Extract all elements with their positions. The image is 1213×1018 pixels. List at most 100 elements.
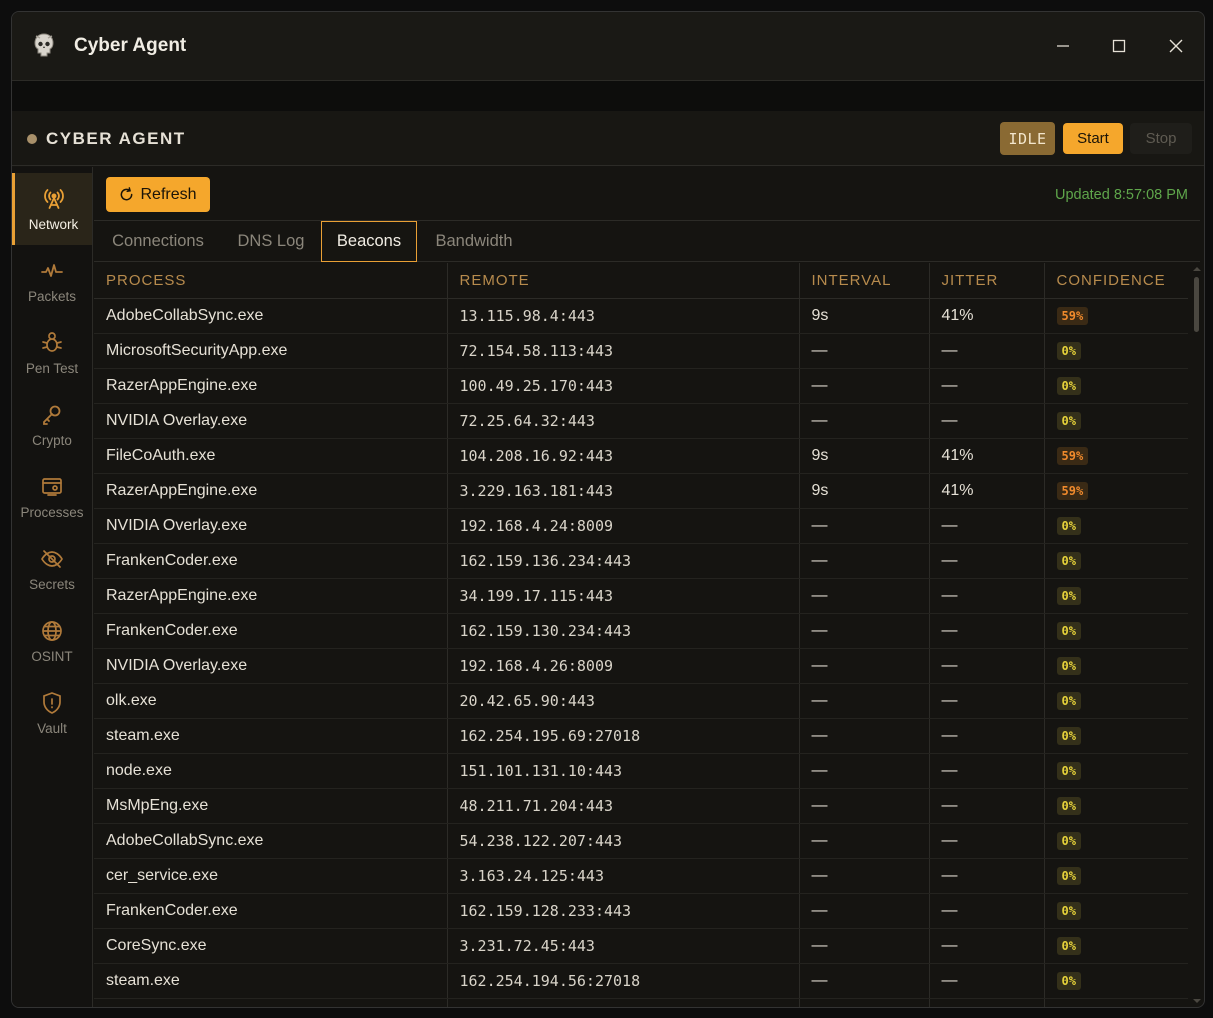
table-row[interactable]: MicrosoftSecurityApp.exe 72.154.58.113:44… — [94, 333, 1188, 369]
sidebar-item-processes[interactable]: Processes — [12, 461, 92, 533]
remote-cell: 3.229.163.181:443 — [447, 473, 800, 509]
antenna-icon — [43, 189, 64, 209]
jitter-cell: — — [929, 613, 1045, 649]
table-row[interactable]: NVIDIA Overlay.exe 192.168.4.24:8009— —0% — [94, 508, 1188, 544]
confidence-cell: 0% — [1044, 718, 1188, 754]
scroll-thumb[interactable] — [1194, 277, 1199, 332]
scroll-down-icon[interactable] — [1192, 997, 1202, 1005]
minimize-button[interactable] — [1043, 26, 1083, 66]
confidence-cell: 0% — [1044, 753, 1188, 789]
stop-button[interactable]: Stop — [1130, 123, 1192, 154]
sidebar-item-packets[interactable]: Packets — [12, 245, 92, 317]
confidence-badge: 0% — [1056, 516, 1081, 535]
sidebar-item-vault[interactable]: Vault — [12, 677, 92, 749]
table-row[interactable]: FileCoAuth.exe 104.208.16.92:443 9s 41% 59% — [94, 438, 1188, 474]
tab-bar: Connections DNS Log Beacons Bandwidth — [94, 220, 1200, 262]
table-row[interactable]: CoreSync.exe 3.231.72.45:443— —0% — [94, 928, 1188, 964]
process-cell: steam.exe — [94, 718, 448, 754]
jitter-cell: — — [929, 858, 1045, 894]
process-cell: FileCoAuth.exe — [94, 438, 448, 474]
confidence-badge: 0% — [1056, 341, 1081, 360]
table-row[interactable]: RazerAppEngine.exe 100.49.25.170:443— —0% — [94, 368, 1188, 404]
tab-bandwidth[interactable]: Bandwidth — [426, 221, 522, 261]
sidebar-item-osint[interactable]: OSINT — [12, 605, 92, 677]
table-row[interactable]: NVIDIA Overlay.exe 72.25.64.32:443— —0% — [94, 403, 1188, 439]
process-cell: FrankenCoder.exe — [94, 543, 448, 579]
remote-cell: 100.49.25.170:443 — [447, 368, 800, 404]
status-dot — [27, 134, 37, 144]
jitter-cell: — — [929, 368, 1045, 404]
interval-cell: 9s — [799, 298, 930, 334]
process-cell: FrankenCoder.exe — [94, 613, 448, 649]
interval-cell: — — [799, 578, 930, 614]
confidence-badge: 0% — [1056, 621, 1081, 640]
sidebar-item-secrets[interactable]: Secrets — [12, 533, 92, 605]
sidebar-item-network[interactable]: Network — [12, 173, 92, 245]
table-row[interactable]: steam.exe 162.254.194.56:27018— —0% — [94, 963, 1188, 999]
tab-beacons[interactable]: Beacons — [321, 221, 417, 262]
confidence-badge: 0% — [1056, 901, 1081, 920]
process-cell: NVIDIA Overlay.exe — [94, 403, 448, 439]
interval-cell: — — [799, 543, 930, 579]
interval-cell: 9s — [799, 473, 930, 509]
start-button[interactable]: Start — [1063, 123, 1123, 154]
remote-cell: 151.101.131.10:443 — [447, 753, 800, 789]
table-row[interactable]: NVIDIA Overlay.exe 192.168.4.26:8009— —0% — [94, 648, 1188, 684]
table-row[interactable]: 34.233.40.140:443 0% — [94, 998, 1188, 1007]
confidence-badge: 0% — [1056, 411, 1081, 430]
column-header-confidence[interactable]: CONFIDENCE — [1044, 263, 1188, 299]
remote-cell: 104.208.16.92:443 — [447, 438, 800, 474]
table-row[interactable]: FrankenCoder.exe 162.159.130.234:443— —0% — [94, 613, 1188, 649]
tab-connections[interactable]: Connections — [104, 221, 212, 261]
table-row[interactable]: cer_service.exe 3.163.24.125:443— —0% — [94, 858, 1188, 894]
table-row[interactable]: node.exe 151.101.131.10:443— —0% — [94, 753, 1188, 789]
tab-dns-log[interactable]: DNS Log — [228, 221, 314, 261]
sidebar-item-crypto[interactable]: Crypto — [12, 389, 92, 461]
column-header-jitter[interactable]: JITTER — [929, 263, 1045, 299]
refresh-button[interactable]: Refresh — [106, 177, 210, 212]
confidence-badge: 59% — [1056, 446, 1089, 465]
process-cell: olk.exe — [94, 683, 448, 719]
column-header-interval[interactable]: INTERVAL — [799, 263, 930, 299]
sidebar-item-pen-test[interactable]: Pen Test — [12, 317, 92, 389]
beacons-table: PROCESS REMOTE INTERVAL JITTER CONFIDENC… — [94, 263, 1190, 1007]
sidebar-item-label: Pen Test — [25, 361, 79, 376]
table-row[interactable]: RazerAppEngine.exe 34.199.17.115:443— —0% — [94, 578, 1188, 614]
jitter-cell: — — [929, 508, 1045, 544]
jitter-cell: 41% — [929, 298, 1045, 334]
table-row[interactable]: AdobeCollabSync.exe 54.238.122.207:443— —0… — [94, 823, 1188, 859]
process-cell: FrankenCoder.exe — [94, 893, 448, 929]
scroll-up-icon[interactable] — [1192, 265, 1202, 273]
close-button[interactable] — [1156, 26, 1196, 66]
table-scrollbar[interactable] — [1192, 263, 1202, 1007]
table-row[interactable]: RazerAppEngine.exe 3.229.163.181:443 9s 41%… — [94, 473, 1188, 509]
process-cell: MicrosoftSecurityApp.exe — [94, 333, 448, 369]
column-header-remote[interactable]: REMOTE — [447, 263, 800, 299]
table-row[interactable]: AdobeCollabSync.exe 13.115.98.4:443 9s 41% 5… — [94, 298, 1188, 334]
maximize-button[interactable] — [1099, 26, 1139, 66]
process-cell: RazerAppEngine.exe — [94, 473, 448, 509]
confidence-cell: 0% — [1044, 368, 1188, 404]
confidence-cell: 0% — [1044, 543, 1188, 579]
confidence-cell: 0% — [1044, 578, 1188, 614]
table-row[interactable]: olk.exe 20.42.65.90:443— —0% — [94, 683, 1188, 719]
confidence-badge: 0% — [1056, 376, 1081, 395]
confidence-cell: 59% — [1044, 438, 1188, 474]
column-header-process[interactable]: PROCESS — [94, 263, 448, 299]
title-bar: Cyber Agent — [12, 12, 1204, 81]
key-icon — [43, 405, 61, 425]
process-cell: RazerAppEngine.exe — [94, 368, 448, 404]
remote-cell: 48.211.71.204:443 — [447, 788, 800, 824]
table-row[interactable]: MsMpEng.exe 48.211.71.204:443— —0% — [94, 788, 1188, 824]
confidence-badge: 0% — [1056, 691, 1081, 710]
table-row[interactable]: steam.exe 162.254.195.69:27018— —0% — [94, 718, 1188, 754]
interval-cell — [799, 998, 930, 1007]
minimize-icon — [1057, 45, 1069, 47]
table-body: AdobeCollabSync.exe 13.115.98.4:443 9s 41% 5… — [94, 298, 1188, 1007]
interval-cell: — — [799, 928, 930, 964]
jitter-cell — [929, 998, 1045, 1007]
interval-cell: — — [799, 893, 930, 929]
table-row[interactable]: FrankenCoder.exe 162.159.136.234:443— —0% — [94, 543, 1188, 579]
interval-cell: — — [799, 963, 930, 999]
table-row[interactable]: FrankenCoder.exe 162.159.128.233:443— —0% — [94, 893, 1188, 929]
